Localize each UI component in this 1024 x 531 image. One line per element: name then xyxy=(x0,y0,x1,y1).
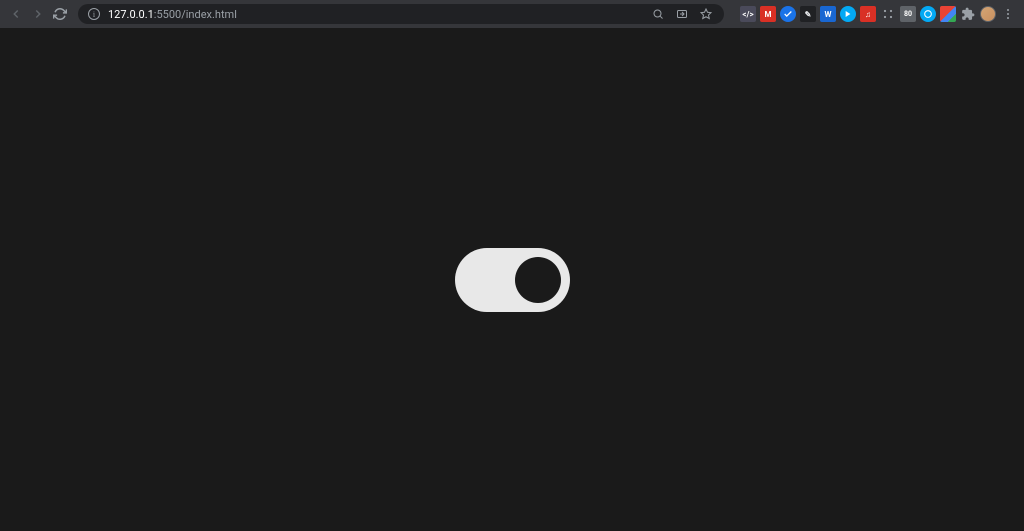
site-info-icon[interactable]: i xyxy=(88,8,100,20)
url-path: /index.html xyxy=(181,8,237,21)
extension-red-icon[interactable]: ♫ xyxy=(860,6,876,22)
extension-w-icon[interactable]: W xyxy=(820,6,836,22)
extension-checkmark-icon[interactable] xyxy=(780,6,796,22)
url-host: 127.0.0.1 xyxy=(108,8,154,21)
address-bar[interactable]: i 127.0.0.1:5500/index.html xyxy=(78,4,724,24)
extension-dots-icon[interactable] xyxy=(880,6,896,22)
share-icon[interactable] xyxy=(674,6,690,22)
toggle-switch[interactable] xyxy=(455,248,570,312)
zoom-icon[interactable] xyxy=(650,6,666,22)
profile-avatar[interactable] xyxy=(980,6,996,22)
toggle-knob xyxy=(515,257,561,303)
back-button[interactable] xyxy=(8,6,24,22)
extension-play-icon[interactable] xyxy=(840,6,856,22)
extension-google-icon[interactable] xyxy=(940,6,956,22)
bookmark-star-icon[interactable] xyxy=(698,6,714,22)
page-content xyxy=(0,28,1024,531)
extension-counter-icon[interactable]: 80 xyxy=(900,6,916,22)
extension-colorpicker-icon[interactable]: ✎ xyxy=(800,6,816,22)
extensions-puzzle-icon[interactable] xyxy=(960,6,976,22)
browser-toolbar: i 127.0.0.1:5500/index.html </> M ✎ W ♫ … xyxy=(0,0,1024,28)
extension-cyan-icon[interactable] xyxy=(920,6,936,22)
extension-mega-icon[interactable]: M xyxy=(760,6,776,22)
url-port: :5500 xyxy=(154,8,181,21)
forward-button[interactable] xyxy=(30,6,46,22)
extensions-group: </> M ✎ W ♫ 80 xyxy=(740,6,1016,22)
extension-devtools-icon[interactable]: </> xyxy=(740,6,756,22)
browser-menu-icon[interactable] xyxy=(1000,6,1016,22)
reload-button[interactable] xyxy=(52,6,68,22)
url-text: 127.0.0.1:5500/index.html xyxy=(108,8,642,21)
